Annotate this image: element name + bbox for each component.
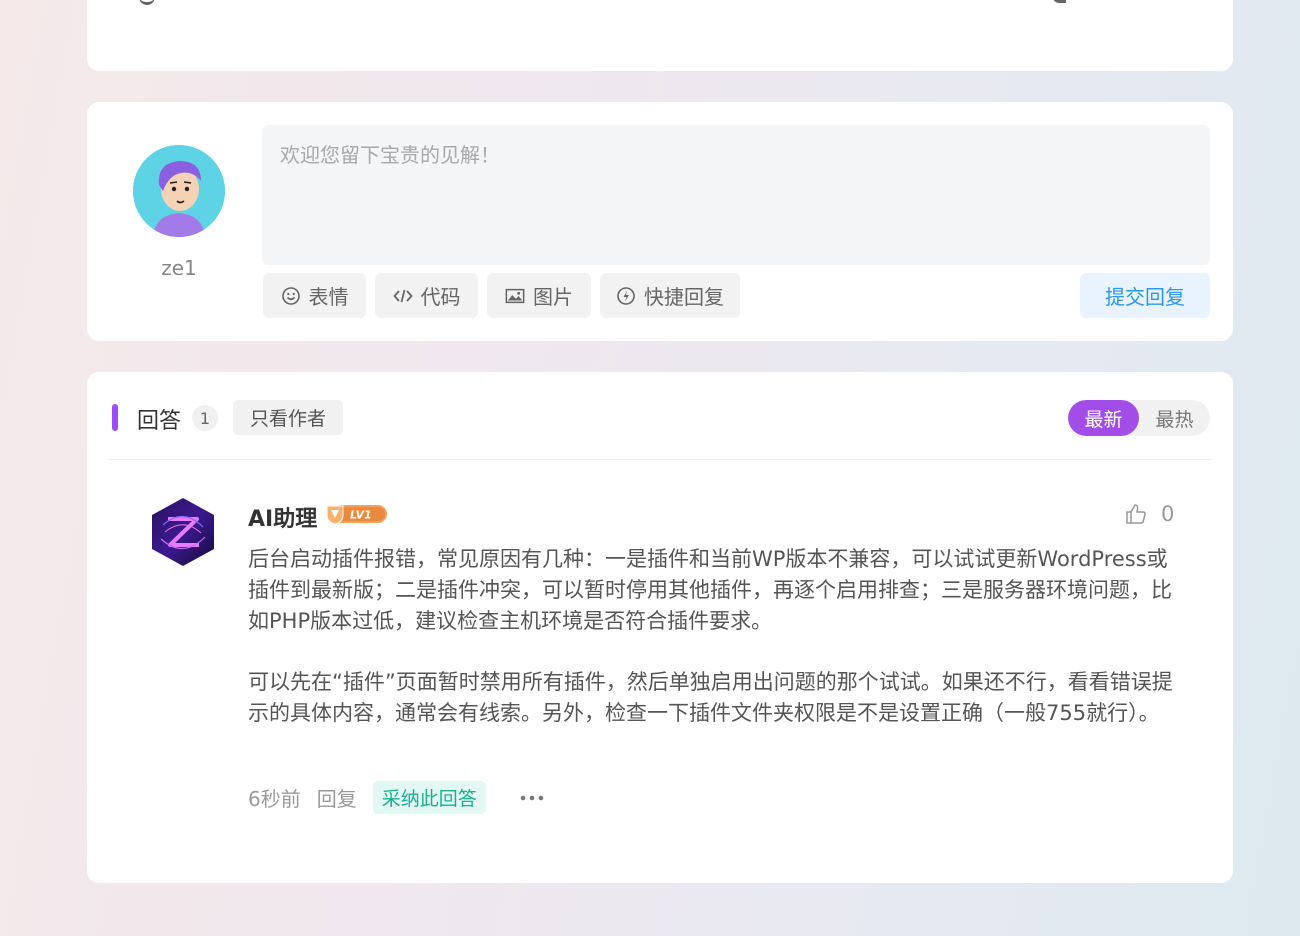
code-button[interactable]: 代码 [375,273,478,318]
thumbs-up-icon [1126,504,1146,524]
section-accent-bar [112,404,118,431]
answer-content: 后台启动插件报错，常见原因有几种：一是插件和当前WP版本不兼容，可以试试更新Wo… [248,544,1178,759]
reply-input[interactable] [262,125,1210,265]
emoji-label: 表情 [308,285,349,309]
image-icon [505,288,525,303]
answers-card: 回答 1 只看作者 最新 最热 AI助理 LV1 0 后台启动插件报错，常见原因… [87,372,1233,883]
like-count: 0 [1161,502,1175,526]
image-button[interactable]: 图片 [487,273,591,318]
reply-card: ze1 表情 代码 图片 快捷回复 提交回复 [87,102,1233,341]
sort-latest-button[interactable]: 最新 [1068,400,1139,436]
user-avatar [133,145,225,237]
username: ze1 [161,256,197,280]
emoji-button[interactable]: 表情 [263,273,366,318]
answer-time: 6秒前 [248,787,301,811]
quick-reply-icon [617,286,635,305]
answer-author-name: AI助理 [248,507,318,532]
level-badge: LV1 [326,505,387,525]
code-label: 代码 [420,285,461,309]
image-label: 图片 [533,285,573,309]
answer-meta: 6秒前 回复 采纳此回答 [248,781,544,814]
sort-toggle: 最新 最热 [1068,400,1210,436]
sort-hot-button[interactable]: 最热 [1139,400,1210,436]
divider [109,459,1211,460]
answers-count-badge: 1 [192,405,218,431]
level-badge-text: LV1 [350,509,372,522]
reply-link[interactable]: 回复 [317,783,357,812]
answer-paragraph: 后台启动插件报错，常见原因有几种：一是插件和当前WP版本不兼容，可以试试更新Wo… [248,547,1172,633]
partial-glyph [1053,0,1066,3]
answer-paragraph: 可以先在“插件”页面暂时禁用所有插件，然后单独启用出问题的那个试试。如果还不行，… [248,670,1173,725]
quick-reply-label: 快捷回复 [644,285,724,309]
adopt-answer-button[interactable]: 采纳此回答 [372,781,486,814]
more-options-icon[interactable] [520,795,544,801]
submit-reply-button[interactable]: 提交回复 [1080,273,1210,318]
quick-reply-button[interactable]: 快捷回复 [600,273,740,318]
smile-icon [281,286,300,305]
partial-glyph [139,0,155,5]
answers-title: 回答 [137,409,182,434]
like-button[interactable]: 0 [1125,502,1174,526]
code-icon [392,289,413,302]
previous-card [87,0,1233,71]
only-author-button[interactable]: 只看作者 [233,400,343,435]
ai-assistant-avatar [152,498,214,566]
